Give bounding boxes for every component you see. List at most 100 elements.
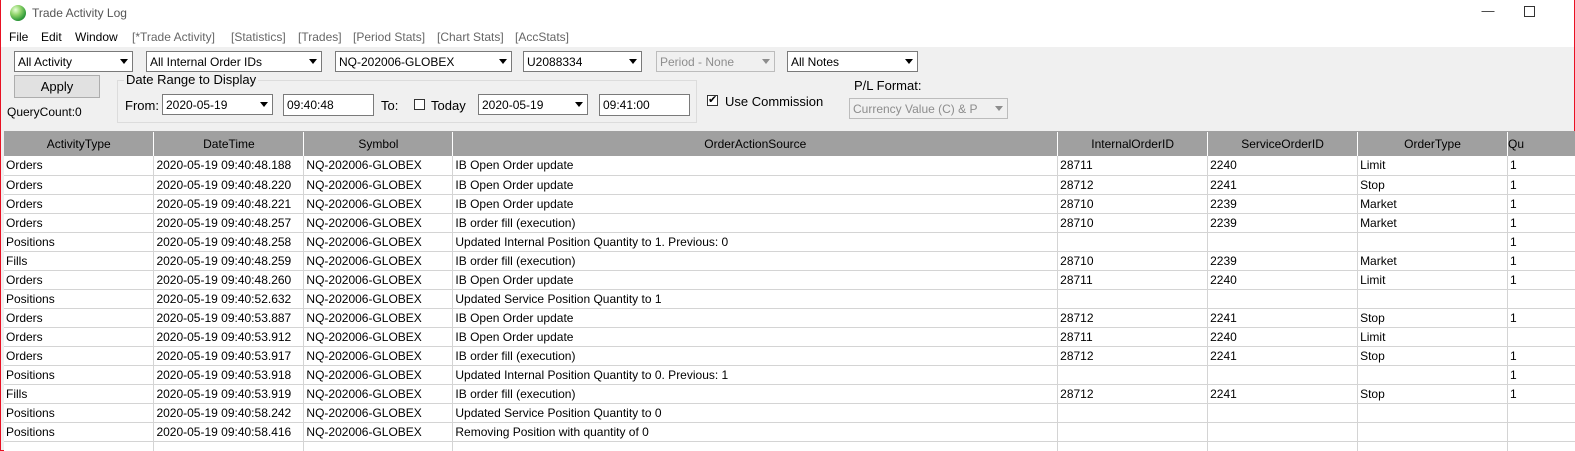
cell-order-type: Limit — [1357, 270, 1508, 290]
cell-activity-type: Positions — [4, 422, 155, 442]
cell-order-type: Market — [1357, 251, 1508, 271]
cell-service-order-id: 2240 — [1207, 270, 1359, 290]
cell-activity-type: Orders — [4, 270, 155, 290]
cell-quantity: 1 — [1507, 346, 1575, 366]
cell-internal-order-id: 28712 — [1057, 346, 1209, 366]
cell-order-type: Stop — [1357, 346, 1508, 366]
table-row[interactable]: Positions 2020-05-19 09:40:53.918 NQ-20200… — [4, 365, 1575, 385]
cell-symbol: NQ-202006-GLOBEX — [303, 156, 454, 176]
symbol-filter-select[interactable]: NQ-202006-GLOBEX — [335, 51, 512, 72]
column-header-service-order-id[interactable]: ServiceOrderID — [1207, 132, 1359, 156]
menu-tab-trade-activity[interactable]: [*Trade Activity] — [132, 30, 215, 44]
table-row[interactable]: Orders 2020-05-19 09:40:48.188 NQ-202006-G… — [4, 156, 1575, 176]
cell-service-order-id: 2241 — [1207, 308, 1359, 328]
chevron-down-icon — [762, 59, 770, 64]
cell-symbol: NQ-202006-GLOBEX — [303, 327, 454, 347]
cell-symbol: NQ-202006-GLOBEX — [303, 346, 454, 366]
table-row[interactable]: Orders 2020-05-19 09:40:48.257 NQ-202006-G… — [4, 213, 1575, 233]
activity-filter-select[interactable]: All Activity — [14, 51, 133, 72]
cell-order-type — [1357, 403, 1508, 423]
table-row[interactable]: Fills 2020-05-19 09:40:48.259 NQ-202006-GL… — [4, 251, 1575, 271]
cell-datetime: 2020-05-19 09:40:48.221 — [153, 194, 305, 214]
notes-filter-select[interactable]: All Notes — [787, 51, 918, 72]
today-checkbox[interactable] — [414, 99, 425, 110]
column-header-datetime[interactable]: DateTime — [153, 132, 305, 156]
window-title: Trade Activity Log — [32, 6, 127, 20]
table-row[interactable]: Orders 2020-05-19 09:40:48.220 NQ-202006-G… — [4, 175, 1575, 195]
account-filter-value: U2088334 — [527, 55, 583, 69]
column-header-internal-order-id[interactable]: InternalOrderID — [1057, 132, 1209, 156]
from-time-field[interactable]: 09:40:48 — [283, 94, 374, 116]
from-label: From: — [125, 98, 159, 113]
apply-button[interactable]: Apply — [14, 75, 100, 98]
use-commission-label: Use Commission — [725, 94, 824, 109]
cell-order-action-source: IB Open Order update — [452, 194, 1059, 214]
cell-symbol — [303, 441, 454, 451]
table-row[interactable]: Positions 2020-05-19 09:40:52.632 NQ-20200… — [4, 289, 1575, 309]
to-label: To: — [381, 98, 399, 113]
menu-bar: File Edit Window [*Trade Activity] [Stat… — [1, 27, 1574, 47]
cell-internal-order-id: 28711 — [1057, 270, 1209, 290]
order-id-filter-select[interactable]: All Internal Order IDs — [146, 51, 322, 72]
table-row[interactable]: Orders 2020-05-19 09:40:53.912 NQ-202006-G… — [4, 327, 1575, 347]
table-row[interactable]: Positions 2020-05-19 09:40:58.242 NQ-20200… — [4, 403, 1575, 423]
cell-quantity: 1 — [1507, 213, 1575, 233]
column-header-activity-type[interactable]: ActivityType — [4, 132, 155, 156]
table-row[interactable]: Orders 2020-05-19 09:40:48.260 NQ-202006-G… — [4, 270, 1575, 290]
cell-datetime: 2020-05-19 09:40:48.258 — [153, 232, 305, 252]
cell-datetime — [153, 441, 305, 451]
cell-quantity: 1 — [1507, 365, 1575, 385]
cell-order-action-source: Removing Position with quantity of 0 — [452, 422, 1059, 442]
table-row[interactable]: Fills 2020-05-19 09:40:53.919 NQ-202006-GL… — [4, 384, 1575, 404]
account-filter-select[interactable]: U2088334 — [523, 51, 642, 72]
menu-tab-statistics[interactable]: [Statistics] — [231, 30, 286, 44]
cell-datetime: 2020-05-19 09:40:53.912 — [153, 327, 305, 347]
column-header-order-type[interactable]: OrderType — [1357, 132, 1508, 156]
maximize-icon[interactable] — [1524, 6, 1535, 17]
cell-order-action-source — [452, 441, 1059, 451]
pl-format-select: Currency Value (C) & P — [849, 98, 1008, 119]
menu-edit[interactable]: Edit — [41, 30, 62, 44]
use-commission-checkbox[interactable] — [707, 93, 718, 106]
table-row[interactable]: Positions 2020-05-19 09:40:58.416 NQ-20200… — [4, 422, 1575, 442]
chevron-down-icon — [260, 102, 268, 107]
cell-internal-order-id: 28711 — [1057, 327, 1209, 347]
cell-datetime: 2020-05-19 09:40:52.632 — [153, 289, 305, 309]
column-header-quantity[interactable]: Qu — [1507, 132, 1575, 156]
table-row[interactable]: Orders 2020-05-19 09:40:48.221 NQ-202006-G… — [4, 194, 1575, 214]
menu-tab-period-stats[interactable]: [Period Stats] — [353, 30, 425, 44]
menu-tab-chart-stats[interactable]: [Chart Stats] — [437, 30, 504, 44]
cell-order-action-source: IB order fill (execution) — [452, 346, 1059, 366]
minimize-icon[interactable]: — — [1478, 3, 1498, 21]
cell-service-order-id — [1207, 403, 1359, 423]
table-row[interactable]: Orders 2020-05-19 09:40:53.887 NQ-202006-G… — [4, 308, 1575, 328]
menu-tab-accstats[interactable]: [AccStats] — [515, 30, 569, 44]
cell-order-type: Market — [1357, 213, 1508, 233]
chevron-down-icon — [120, 59, 128, 64]
trade-activity-table[interactable]: ActivityType DateTime Symbol OrderActionSou… — [4, 131, 1575, 451]
cell-service-order-id: 2240 — [1207, 156, 1359, 176]
to-time-field[interactable]: 09:41:00 — [599, 94, 690, 116]
table-row[interactable] — [4, 441, 1575, 451]
table-row[interactable]: Orders 2020-05-19 09:40:53.917 NQ-202006-G… — [4, 346, 1575, 366]
cell-internal-order-id: 28712 — [1057, 384, 1209, 404]
table-header-row: ActivityType DateTime Symbol OrderActionSou… — [4, 132, 1575, 156]
cell-datetime: 2020-05-19 09:40:48.259 — [153, 251, 305, 271]
cell-order-type: Market — [1357, 194, 1508, 214]
title-bar[interactable]: Trade Activity Log — — [1, 0, 1574, 27]
cell-symbol: NQ-202006-GLOBEX — [303, 251, 454, 271]
cell-order-action-source: IB Open Order update — [452, 308, 1059, 328]
cell-quantity — [1507, 327, 1575, 347]
cell-symbol: NQ-202006-GLOBEX — [303, 308, 454, 328]
column-header-order-action-source[interactable]: OrderActionSource — [452, 132, 1059, 156]
cell-internal-order-id: 28710 — [1057, 194, 1209, 214]
menu-tab-trades[interactable]: [Trades] — [298, 30, 342, 44]
column-header-symbol[interactable]: Symbol — [303, 132, 454, 156]
cell-activity-type: Orders — [4, 213, 155, 233]
menu-window[interactable]: Window — [75, 30, 118, 44]
to-date-picker[interactable]: 2020-05-19 — [478, 94, 588, 115]
cell-activity-type: Fills — [4, 384, 155, 404]
from-date-picker[interactable]: 2020-05-19 — [162, 94, 273, 115]
table-row[interactable]: Positions 2020-05-19 09:40:48.258 NQ-20200… — [4, 232, 1575, 252]
menu-file[interactable]: File — [9, 30, 28, 44]
